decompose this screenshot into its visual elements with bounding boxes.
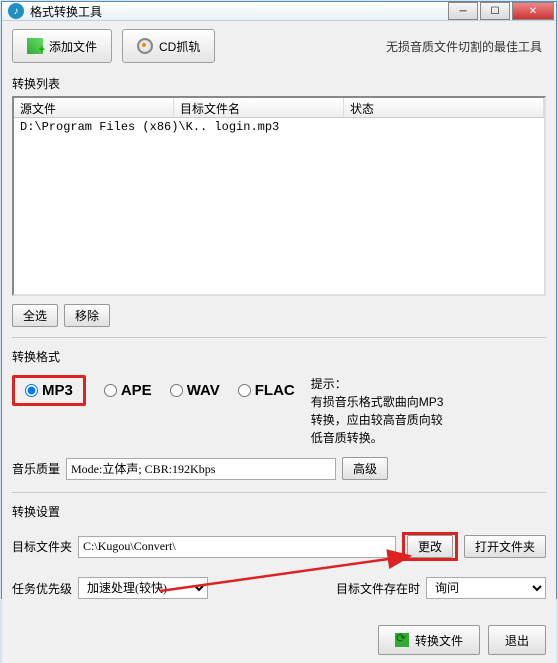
format-wav[interactable]: WAV [170,382,220,399]
list-buttons: 全选 移除 [12,304,546,327]
quality-row: 音乐质量 高级 [12,457,546,480]
cd-grab-label: CD抓轨 [159,38,200,55]
format-options: MP3 APE WAV FLAC [12,375,295,406]
hint-body: 有损音乐格式歌曲向MP3转换，应由较高音质向较低音质转换。 [311,393,451,447]
wav-label: WAV [187,382,220,399]
settings-label: 转换设置 [12,503,546,520]
convert-icon [395,633,409,647]
select-all-button[interactable]: 全选 [12,304,58,327]
slogan-text: 无损音质文件切割的最佳工具 [386,38,546,55]
format-ape[interactable]: APE [104,382,152,399]
col-target[interactable]: 目标文件名 [174,98,344,117]
remove-button[interactable]: 移除 [64,304,110,327]
priority-select[interactable]: 加速处理(较快) [78,577,208,599]
close-button[interactable]: ✕ [512,2,554,20]
wav-radio[interactable] [170,384,183,397]
footer-buttons: 转换文件 退出 [12,625,546,655]
toolbar: 添加文件 CD抓轨 无损音质文件切割的最佳工具 [12,29,546,63]
content-area: 添加文件 CD抓轨 无损音质文件切割的最佳工具 转换列表 源文件 目标文件名 状… [2,21,556,663]
target-dir-row: 目标文件夹 更改 打开文件夹 [12,532,546,561]
priority-label: 任务优先级 [12,580,72,597]
minimize-button[interactable]: ─ [448,2,478,20]
quality-label: 音乐质量 [12,460,60,477]
priority-row: 任务优先级 加速处理(较快) 目标文件存在时 询问 [12,577,546,599]
format-label: 转换格式 [12,348,546,365]
cd-grab-button[interactable]: CD抓轨 [122,29,215,63]
quality-select[interactable] [66,458,336,480]
advanced-button[interactable]: 高级 [342,457,388,480]
open-folder-button[interactable]: 打开文件夹 [464,535,546,558]
target-dir-input[interactable] [78,536,396,558]
separator2 [12,492,546,493]
app-window: ♪ 格式转换工具 ─ ☐ ✕ 添加文件 CD抓轨 无损音质文件切割的最佳工具 转… [1,1,557,599]
format-row: MP3 APE WAV FLAC 提示： 有损音乐格式歌曲向MP3 [12,375,546,447]
mp3-label: MP3 [42,382,73,399]
add-file-button[interactable]: 添加文件 [12,29,112,63]
convert-label: 转换文件 [415,632,463,649]
col-status[interactable]: 状态 [344,98,544,117]
hint-box: 提示： 有损音乐格式歌曲向MP3转换，应由较高音质向较低音质转换。 [311,375,451,447]
ape-radio[interactable] [104,384,117,397]
exit-button[interactable]: 退出 [488,625,546,655]
cd-icon [137,38,153,54]
target-dir-label: 目标文件夹 [12,538,72,555]
list-header: 源文件 目标文件名 状态 [14,98,544,118]
row-source: D:\Program Files (x86)\K.. login.mp3 [20,120,340,134]
convert-button[interactable]: 转换文件 [378,625,480,655]
exist-select[interactable]: 询问 [426,577,546,599]
col-source[interactable]: 源文件 [14,98,174,117]
mp3-radio[interactable] [25,384,38,397]
add-file-label: 添加文件 [49,38,97,55]
conversion-list[interactable]: 源文件 目标文件名 状态 D:\Program Files (x86)\K.. … [12,96,546,296]
list-label: 转换列表 [12,75,546,92]
mp3-highlight: MP3 [12,375,86,406]
flac-radio[interactable] [238,384,251,397]
app-icon: ♪ [8,3,24,19]
flac-label: FLAC [255,382,295,399]
titlebar: ♪ 格式转换工具 ─ ☐ ✕ [2,2,556,21]
list-row[interactable]: D:\Program Files (x86)\K.. login.mp3 [14,118,544,136]
format-mp3[interactable]: MP3 [25,382,73,399]
window-title: 格式转换工具 [30,3,448,20]
add-file-icon [27,38,43,54]
format-flac[interactable]: FLAC [238,382,295,399]
change-highlight: 更改 [402,532,458,561]
exist-label: 目标文件存在时 [336,580,420,597]
window-controls: ─ ☐ ✕ [448,2,554,20]
change-button[interactable]: 更改 [407,535,453,558]
separator [12,337,546,338]
maximize-button[interactable]: ☐ [480,2,510,20]
hint-title: 提示： [311,375,451,393]
ape-label: APE [121,382,152,399]
